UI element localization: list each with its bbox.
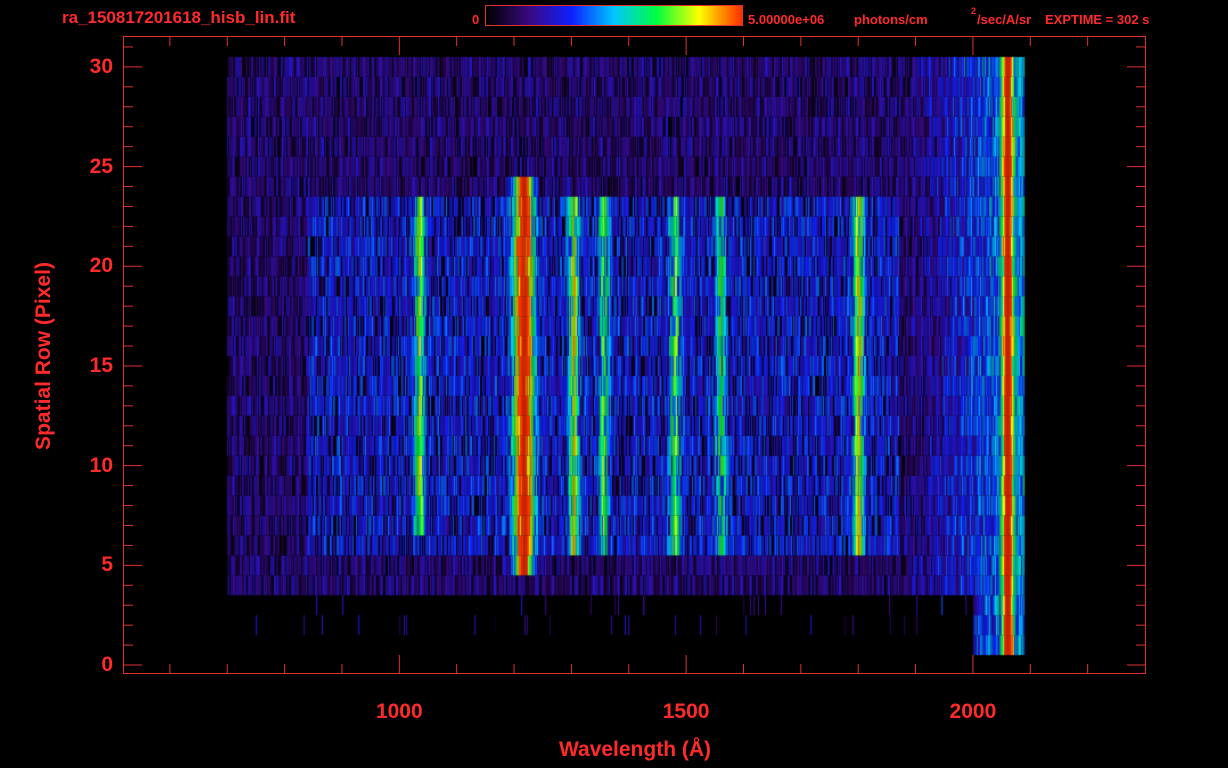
x-tick-label: 1500 bbox=[662, 700, 710, 723]
y-tick-label: 5 bbox=[101, 553, 113, 577]
plot-frame bbox=[123, 36, 1146, 674]
y-tick-label: 10 bbox=[89, 453, 113, 477]
y-tick-label: 30 bbox=[89, 54, 113, 78]
chart-title: ra_150817201618_hisb_lin.fit bbox=[62, 8, 296, 27]
y-tick-label: 15 bbox=[89, 353, 113, 377]
exptime-label: EXPTIME = 302 s bbox=[1045, 12, 1150, 27]
colorbar-unit-label: photons/cm bbox=[854, 12, 928, 27]
y-tick-label: 0 bbox=[101, 653, 113, 677]
spectral-image-figure: ra_150817201618_hisb_lin.fit 0 5.00000e+… bbox=[0, 0, 1228, 768]
colorbar-min-label: 0 bbox=[472, 12, 480, 27]
colorbar-max-label: 5.00000e+06 bbox=[748, 12, 825, 27]
colorbar bbox=[485, 5, 743, 26]
x-tick-label: 2000 bbox=[949, 700, 997, 723]
y-axis-label: Spatial Row (Pixel) bbox=[32, 262, 55, 450]
colorbar-unit-suffix: /sec/A/sr bbox=[977, 12, 1032, 27]
colorbar-unit-superscript: 2 bbox=[971, 6, 977, 16]
y-tick-label: 25 bbox=[89, 154, 113, 178]
x-axis-label: Wavelength (Å) bbox=[558, 738, 712, 761]
y-tick-label: 20 bbox=[89, 254, 113, 278]
x-tick-label: 1000 bbox=[375, 700, 423, 723]
